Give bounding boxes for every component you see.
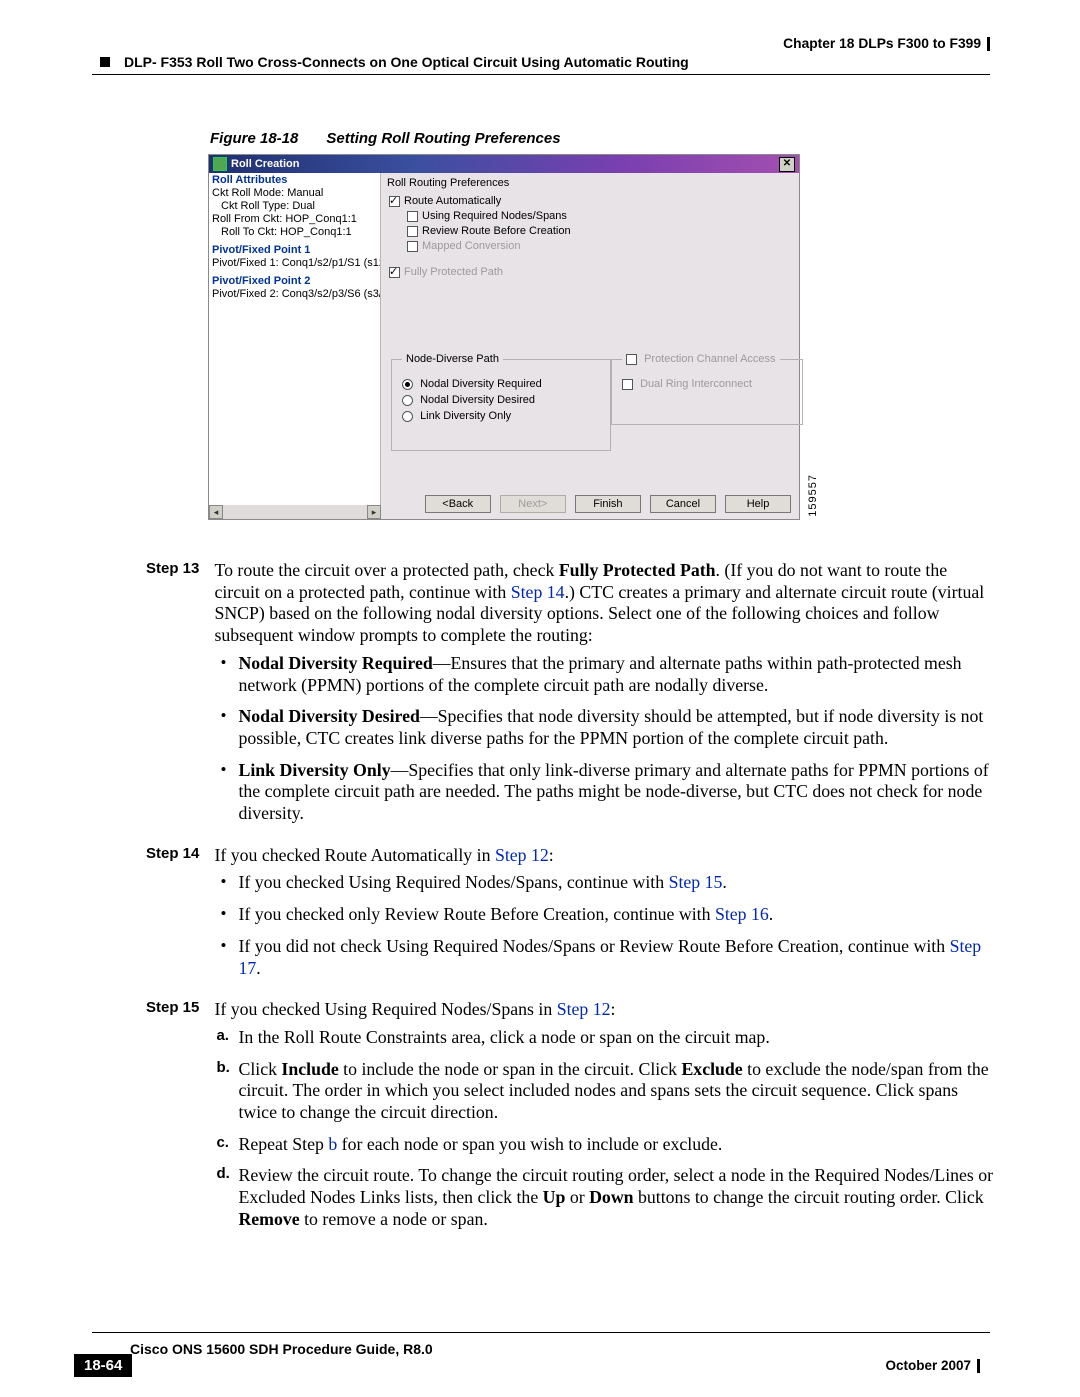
- step13-bullet-3: Link Diversity Only—Specifies that only …: [238, 760, 994, 825]
- checkbox-icon[interactable]: [407, 226, 418, 237]
- pivot1-line: Pivot/Fixed 1: Conq1/s2/p1/S1 (s12/p1/S: [209, 257, 380, 270]
- step14-bullet-2: If you checked only Review Route Before …: [238, 904, 994, 926]
- pivot1-head: Pivot/Fixed Point 1: [209, 243, 380, 257]
- checkbox-checked-disabled-icon: [389, 267, 400, 278]
- node-diverse-legend: Node-Diverse Path: [402, 353, 503, 365]
- link-diversity-only[interactable]: Link Diversity Only: [402, 410, 600, 422]
- step14-bullet-3: If you did not check Using Required Node…: [238, 936, 994, 979]
- mapped-conversion: Mapped Conversion: [407, 240, 791, 252]
- attr-rolltype: Ckt Roll Type: Dual: [209, 200, 380, 213]
- step15-b: b.Click Include to include the node or s…: [238, 1059, 994, 1124]
- route-automatically[interactable]: Route Automatically: [389, 195, 791, 207]
- header-dlp: DLP- F353 Roll Two Cross-Connects on One…: [100, 54, 689, 70]
- dialog-title: Roll Creation: [231, 158, 779, 170]
- radio-selected-icon[interactable]: [402, 379, 413, 390]
- image-id: 159557: [807, 474, 819, 517]
- cancel-button[interactable]: Cancel: [650, 495, 716, 513]
- roll-attributes-panel: Roll Attributes Ckt Roll Mode: Manual Ck…: [209, 173, 381, 519]
- attr-to: Roll To Ckt: HOP_Conq1:1: [209, 226, 380, 239]
- step14-bullet-1: If you checked Using Required Nodes/Span…: [238, 872, 994, 894]
- page-number: 18-64: [74, 1354, 132, 1377]
- roll-attributes-head: Roll Attributes: [209, 173, 380, 187]
- checkbox-disabled-icon: [407, 241, 418, 252]
- prefs-head: Roll Routing Preferences: [387, 177, 791, 189]
- step13-bullet-2: Nodal Diversity Desired—Specifies that n…: [238, 706, 994, 749]
- pivot2-line: Pivot/Fixed 2: Conq3/s2/p3/S6 (s3/p1/S1: [209, 288, 380, 301]
- link-step16[interactable]: Step 16: [715, 904, 769, 924]
- node-diverse-fieldset: Node-Diverse Path Nodal Diversity Requir…: [391, 359, 611, 451]
- help-button[interactable]: Help: [725, 495, 791, 513]
- link-step12-b[interactable]: Step 12: [557, 999, 611, 1019]
- fully-protected: Fully Protected Path: [389, 266, 791, 278]
- scroll-left-icon[interactable]: ◂: [209, 505, 223, 519]
- step-13-label: Step 13: [146, 560, 210, 578]
- nodal-diversity-required[interactable]: Nodal Diversity Required: [402, 378, 600, 390]
- step-15-text: If you checked Using Required Nodes/Span…: [214, 999, 994, 1240]
- radio-icon[interactable]: [402, 395, 413, 406]
- finish-button[interactable]: Finish: [575, 495, 641, 513]
- attr-rollmode: Ckt Roll Mode: Manual: [209, 187, 380, 200]
- dialog-titlebar[interactable]: Roll Creation ✕: [209, 155, 799, 173]
- checkbox-disabled-icon: [626, 354, 637, 365]
- radio-icon[interactable]: [402, 411, 413, 422]
- roll-creation-dialog: Roll Creation ✕ Roll Attributes Ckt Roll…: [208, 154, 800, 520]
- checkbox-checked-icon[interactable]: [389, 196, 400, 207]
- scroll-right-icon[interactable]: ▸: [367, 505, 381, 519]
- header-rule: [92, 74, 990, 75]
- nodal-diversity-desired[interactable]: Nodal Diversity Desired: [402, 394, 600, 406]
- step-15-label: Step 15: [146, 999, 210, 1017]
- attr-from: Roll From Ckt: HOP_Conq1:1: [209, 213, 380, 226]
- footer-date: October 2007: [885, 1358, 980, 1373]
- header-chapter: Chapter 18 DLPs F300 to F399: [783, 36, 990, 51]
- back-button[interactable]: <Back: [425, 495, 491, 513]
- step-13-text: To route the circuit over a protected pa…: [214, 560, 994, 835]
- using-required-nodes[interactable]: Using Required Nodes/Spans: [407, 210, 791, 222]
- step-14-label: Step 14: [146, 845, 210, 863]
- next-button: Next>: [500, 495, 566, 513]
- app-icon: [213, 157, 227, 171]
- footer-guide: Cisco ONS 15600 SDH Procedure Guide, R8.…: [130, 1341, 433, 1357]
- pivot2-head: Pivot/Fixed Point 2: [209, 274, 380, 288]
- step13-bullet-1: Nodal Diversity Required—Ensures that th…: [238, 653, 994, 696]
- checkbox-disabled-icon: [622, 379, 633, 390]
- protection-channel-legend: Protection Channel Access: [622, 353, 780, 365]
- link-step-b[interactable]: b: [328, 1134, 337, 1154]
- dual-ring-interconnect: Dual Ring Interconnect: [622, 378, 792, 390]
- step15-a: a.In the Roll Route Constraints area, cl…: [238, 1027, 994, 1049]
- link-step15[interactable]: Step 15: [669, 872, 723, 892]
- link-step12[interactable]: Step 12: [495, 845, 549, 865]
- step15-c: c.Repeat Step b for each node or span yo…: [238, 1134, 994, 1156]
- checkbox-icon[interactable]: [407, 211, 418, 222]
- link-step14[interactable]: Step 14: [511, 582, 565, 602]
- button-bar: <Back Next> Finish Cancel Help: [419, 495, 791, 513]
- protection-channel-fieldset: Protection Channel Access Dual Ring Inte…: [611, 359, 803, 425]
- hscrollbar[interactable]: ◂ ▸: [209, 505, 381, 519]
- footer-rule: [92, 1332, 990, 1333]
- close-icon[interactable]: ✕: [779, 157, 795, 172]
- step-14-text: If you checked Route Automatically in St…: [214, 845, 994, 990]
- review-route[interactable]: Review Route Before Creation: [407, 225, 791, 237]
- figure-caption: Figure 18-18Setting Roll Routing Prefere…: [210, 130, 561, 147]
- step15-d: d.Review the circuit route. To change th…: [238, 1165, 994, 1230]
